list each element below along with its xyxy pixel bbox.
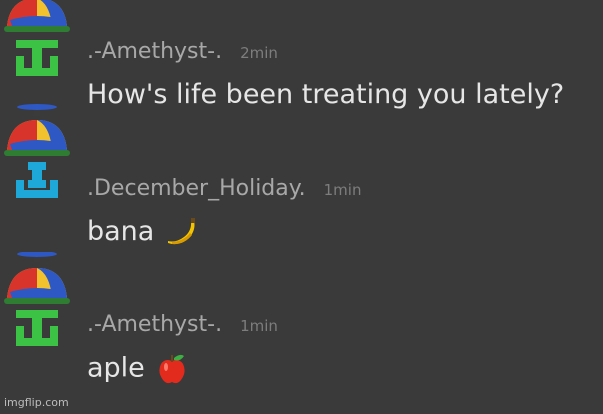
timestamp: 1min: [323, 181, 362, 199]
propeller-cap-green-logo-icon[interactable]: [2, 0, 72, 86]
propeller-cap-blue-logo-icon[interactable]: [2, 104, 72, 200]
timestamp: 1min: [240, 317, 278, 335]
message-text: aple: [87, 352, 189, 386]
username-label[interactable]: .-Amethyst-.: [87, 39, 222, 64]
message-text: How's life been treating you lately?: [87, 79, 565, 110]
banana-icon: [168, 217, 196, 244]
username[interactable]: .-Amethyst-. 2min: [87, 39, 278, 64]
username[interactable]: .December_Holiday. 1min: [87, 176, 361, 201]
message-text: bana: [87, 216, 200, 249]
username-label[interactable]: .-Amethyst-.: [87, 312, 222, 337]
message-text-label: aple: [87, 352, 145, 384]
watermark: imgflip.com: [4, 396, 69, 409]
username[interactable]: .-Amethyst-. 1min: [87, 312, 278, 337]
timestamp: 2min: [240, 44, 278, 62]
chat-window: .-Amethyst-. 2min How's life been treatin…: [0, 0, 603, 414]
message-text-label: bana: [87, 216, 155, 247]
apple-icon: [159, 354, 185, 384]
username-label[interactable]: .December_Holiday.: [87, 176, 306, 201]
propeller-cap-green-logo-icon[interactable]: [2, 252, 72, 348]
